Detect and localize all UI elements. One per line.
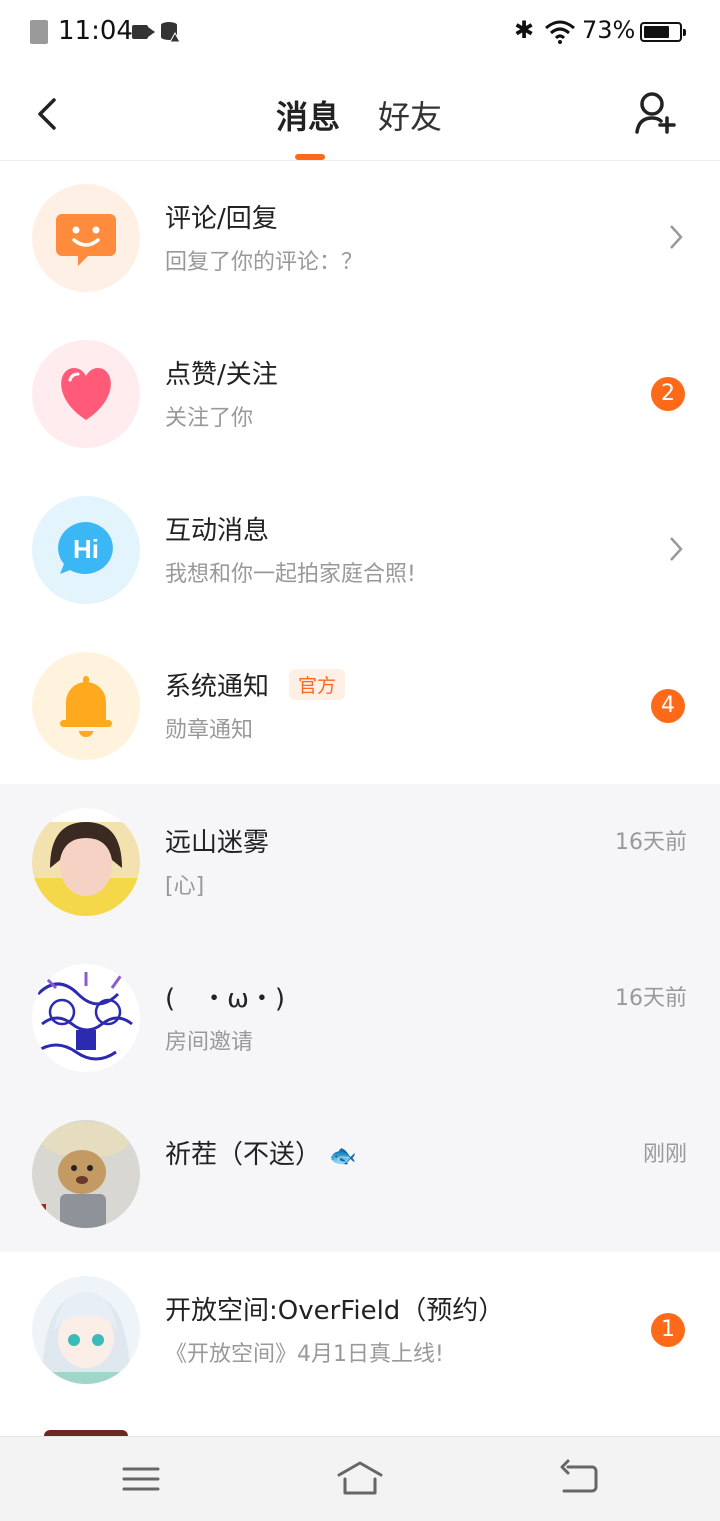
notification-item-likes[interactable]: 点赞/关注 关注了你 2 [0,316,720,472]
chat-name: 祈茬（不送） 🐟 [165,1134,357,1171]
unread-badge: 2 [651,377,685,411]
notification-subtitle: 回复了你的评论：？ [165,250,364,275]
chat-preview: 房间邀请 [165,1030,254,1055]
status-time: 11:04 [58,16,133,46]
back-icon[interactable] [554,1457,604,1501]
menu-icon[interactable] [116,1457,166,1501]
chat-time: 16天前 [615,830,687,855]
notification-subtitle: 关注了你 [165,406,254,431]
comment-icon-circle [32,184,140,292]
status-bar: 11:04 ✱ 73% [0,0,720,66]
notification-title: 点赞/关注 [165,360,278,390]
tab-friends[interactable]: 好友 [378,92,442,138]
anime-girl-avatar[interactable] [32,1276,140,1384]
chat-item[interactable]: 远山迷雾 [心] 16天前 [0,784,720,940]
system-nav-bar [0,1436,720,1521]
battery-fill [644,26,669,38]
notification-title: 系统通知 官方 [165,666,346,703]
cat-photo-avatar[interactable] [32,1120,140,1228]
official-tag: 官方 [289,669,346,700]
chat-preview: 《开放空间》4月1日真上线! [165,1342,444,1367]
wifi-icon [545,20,575,44]
hi-bubble-icon: Hi [58,522,113,574]
add-user-icon[interactable] [634,90,680,136]
header: 消息 好友 [0,66,720,161]
unread-badge: 4 [651,689,685,723]
chat-item[interactable]: ( ・ω・) 房间邀请 16天前 [0,940,720,1096]
battery-icon [640,22,686,42]
sketch-art-avatar[interactable] [32,964,140,1072]
chat-item[interactable]: 祈茬（不送） 🐟 刚刚 [0,1096,720,1252]
home-icon[interactable] [335,1457,385,1501]
chat-preview: [心] [165,874,205,899]
notification-item-comments[interactable]: 评论/回复 回复了你的评论：？ [0,160,720,316]
comment-smile-icon [56,214,116,266]
chevron-left-icon[interactable] [30,94,66,134]
video-camera-icon [132,25,155,39]
chat-item[interactable]: 开放空间:OverField（预约） 《开放空间》4月1日真上线! 1 [0,1252,720,1408]
chat-name: 远山迷雾 [165,828,270,858]
hi-icon-circle: Hi [32,496,140,604]
bell-icon [60,676,112,737]
heart-icon [61,368,111,420]
girl-photo-avatar[interactable] [32,808,140,916]
sim-absent-icon [30,20,48,44]
svg-text:Hi: Hi [73,534,99,564]
notification-title: 互动消息 [165,516,270,546]
notification-item-system[interactable]: 系统通知 官方 勋章通知 4 [0,628,720,784]
chat-name-text: 祈茬（不送） [165,1140,322,1170]
tab-messages[interactable]: 消息 [276,92,340,138]
unread-badge: 1 [651,1313,685,1347]
bluetooth-icon: ✱ [514,16,535,44]
data-icon [161,22,180,43]
notification-subtitle: 我想和你一起拍家庭合照! [165,562,416,587]
chat-time: 刚刚 [642,1142,687,1167]
chat-name: ( ・ω・) [165,984,286,1014]
heart-icon-circle [32,340,140,448]
chat-name: 开放空间:OverField（预约） [165,1296,505,1326]
notification-title: 评论/回复 [165,204,278,234]
chat-time: 16天前 [615,986,687,1011]
bell-icon-circle [32,652,140,760]
battery-percent: 73% [582,16,636,44]
fish-emoji-icon: 🐟 [329,1144,357,1169]
notification-subtitle: 勋章通知 [165,718,254,743]
chevron-right-icon [670,225,683,249]
notification-item-interactions[interactable]: Hi 互动消息 我想和你一起拍家庭合照! [0,472,720,628]
chevron-right-icon [670,537,683,561]
notification-title-text: 系统通知 [165,672,270,702]
